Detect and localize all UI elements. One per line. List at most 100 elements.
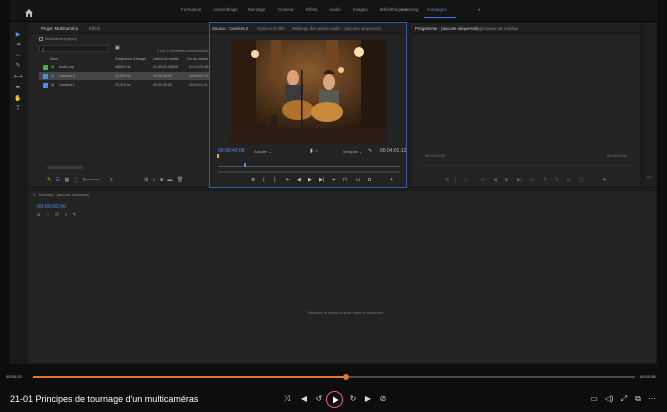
col-start[interactable]: Début du média <box>153 57 178 61</box>
program-add-icon[interactable]: + <box>603 177 606 183</box>
selection-tool-icon[interactable]: ▶ <box>14 32 22 38</box>
table-row[interactable]: ▤ audio.mp 48000 Hz 01:00:01:28000 01:14:03:… <box>39 63 217 71</box>
settings-icon[interactable]: ▮ ⇔ <box>310 148 319 154</box>
razor-tool-icon[interactable]: ✎ <box>14 63 22 69</box>
extract-icon[interactable]: ⊻ <box>555 177 559 183</box>
play-icon[interactable]: ▶ <box>308 177 312 183</box>
source-playhead[interactable] <box>244 163 246 167</box>
tab-source[interactable]: Source : Caméra 2 <box>212 26 248 31</box>
export-frame-icon[interactable]: ◘ <box>368 177 371 183</box>
workspace-tab-montages[interactable]: montages <box>427 7 447 12</box>
zoom-bar[interactable] <box>218 171 400 173</box>
overwrite-icon[interactable]: ⊔ <box>356 177 360 183</box>
pen-tool-icon[interactable]: ✒ <box>14 85 22 91</box>
workspace-tab-images[interactable]: Images <box>353 7 368 12</box>
new-bin-bottom-icon[interactable]: ■ <box>160 177 163 183</box>
freeform-view-icon[interactable]: ⬚ <box>74 177 79 183</box>
insert-icon[interactable]: ⊓ <box>343 177 347 183</box>
horizontal-scrollbar[interactable] <box>47 166 83 169</box>
program-go-to-in-icon[interactable]: ⇤ <box>481 177 485 183</box>
program-marker-icon[interactable]: ⊕ <box>445 177 449 183</box>
ripple-edit-tool-icon[interactable]: ↔ <box>14 52 22 58</box>
progress-track[interactable] <box>33 374 635 380</box>
timeline-timecode[interactable]: 00:00:00:00 <box>37 204 66 210</box>
step-back-icon[interactable]: ◀ <box>297 177 301 183</box>
workspace-tab-couleur[interactable]: Couleur <box>278 7 294 12</box>
new-item-icon[interactable]: ▬ <box>167 177 172 183</box>
program-go-to-out-icon[interactable]: ⇥ <box>529 177 533 183</box>
program-mark-out-icon[interactable]: } <box>465 177 467 183</box>
trash-icon[interactable]: 🗑 <box>177 177 183 183</box>
timeline-close-icon[interactable]: × <box>33 193 35 197</box>
autoplay-off-icon[interactable]: ⊘ <box>377 394 389 404</box>
col-name[interactable]: Nom <box>50 57 58 61</box>
track-select-tool-icon[interactable]: ⇥ <box>14 42 22 48</box>
subtitles-icon[interactable]: ▭ <box>588 394 600 404</box>
label-color-swatch[interactable] <box>43 73 48 79</box>
find-icon[interactable]: ⌕ <box>153 177 156 183</box>
nest-icon[interactable]: ⧉ <box>37 212 40 217</box>
program-mark-in-icon[interactable]: { <box>455 177 457 183</box>
type-tool-icon[interactable]: T <box>14 106 22 112</box>
shuffle-icon[interactable]: ⤨ <box>281 394 293 404</box>
source-scrubber[interactable] <box>218 163 400 167</box>
slip-tool-icon[interactable]: ⟷ <box>14 74 23 80</box>
tab-media-browser[interactable]: Explorateur de médias <box>475 26 518 31</box>
col-end[interactable]: Fin du média <box>187 57 208 61</box>
workspace-tab-montage[interactable]: Montage <box>248 7 266 12</box>
previous-icon[interactable]: ◀ <box>298 394 310 404</box>
list-view-icon[interactable]: ☰ <box>56 177 60 183</box>
zoom-slider[interactable]: o——— <box>83 177 101 183</box>
new-bin-icon[interactable]: ▣ <box>115 45 120 51</box>
timeline-settings-icon[interactable]: ✎ <box>73 212 77 217</box>
marker-icon[interactable]: ⊕ <box>251 177 255 183</box>
program-step-fwd-icon[interactable]: ▶| <box>517 177 522 183</box>
workspace-tab-assemblage[interactable]: Assemblage <box>213 7 238 12</box>
tab-project[interactable]: Projet: Multicaméra <box>41 26 78 31</box>
quality-dropdown[interactable]: Intégrale ⌄ <box>343 149 362 154</box>
workspace-tab-effets[interactable]: Effets <box>306 7 317 12</box>
program-timecode-left[interactable]: 00:00:00:00 <box>425 154 445 158</box>
fullscreen-icon[interactable]: ⤢ <box>618 394 630 404</box>
tab-effect-controls[interactable]: Options d'effet <box>257 26 285 31</box>
program-scrubber[interactable] <box>419 165 635 166</box>
program-export-frame-icon[interactable]: ◘ <box>567 177 570 183</box>
sort-icon[interactable]: ≡ <box>110 177 113 183</box>
search-input[interactable]: ⌕ <box>39 45 109 52</box>
tab-program[interactable]: Programme : (aucune séquence) <box>415 26 478 31</box>
progress-knob[interactable] <box>343 374 350 380</box>
col-fps[interactable]: Fréquence d'image <box>115 57 146 61</box>
table-row[interactable]: ▤ Caméra 1 23,976 i/s 00:00:00:00 00:04:01:1… <box>39 81 217 89</box>
play-pause-button[interactable] <box>326 391 343 408</box>
go-to-out-icon[interactable]: ⇥ <box>331 177 335 183</box>
add-button-icon[interactable]: + <box>390 177 393 183</box>
workspace-tab-formation[interactable]: Formation <box>181 7 201 12</box>
next-icon[interactable]: ▶ <box>362 394 374 404</box>
autoseq-icon[interactable]: ⊞ <box>144 177 148 183</box>
table-row[interactable]: ▤ Caméra 2 23,976 i/s 00:00:00:00 00:04:01:1… <box>39 72 217 80</box>
label-color-swatch[interactable] <box>43 64 48 70</box>
step-forward-icon[interactable]: ▶| <box>319 177 324 183</box>
program-step-back-icon[interactable]: ◀ <box>493 177 497 183</box>
snap-icon[interactable]: ∩ <box>45 212 48 217</box>
workspace-tab-audio[interactable]: Audio <box>329 7 341 12</box>
more-options-icon[interactable]: ⋯ <box>646 394 658 404</box>
source-video-frame[interactable] <box>231 40 386 143</box>
lift-icon[interactable]: ⊼ <box>543 177 547 183</box>
hand-tool-icon[interactable]: ✋ <box>14 96 22 102</box>
linked-selection-icon[interactable]: ⛓ <box>54 212 60 217</box>
home-icon[interactable] <box>24 5 34 17</box>
pencil-icon[interactable]: ✎ <box>47 177 51 183</box>
mark-out-icon[interactable]: } <box>274 177 276 183</box>
tab-audio-mixer[interactable]: Mélange des pistes audio : (aucune séque… <box>292 26 381 31</box>
workspace-more-icon[interactable]: » <box>478 7 481 12</box>
timeline-tab[interactable]: Montage : (aucune séquence) <box>39 193 89 197</box>
compare-icon[interactable]: ◫ <box>579 177 584 183</box>
program-play-icon[interactable]: ▶ <box>505 177 509 183</box>
add-marker-icon[interactable]: ▾ <box>65 212 67 217</box>
icon-view-icon[interactable]: ▦ <box>64 177 69 183</box>
label-color-swatch[interactable] <box>43 82 48 88</box>
wrench-icon[interactable]: ✎ <box>368 148 372 154</box>
rewind-10-icon[interactable]: ↺ <box>313 394 325 404</box>
tab-effects[interactable]: Effets <box>89 26 100 31</box>
